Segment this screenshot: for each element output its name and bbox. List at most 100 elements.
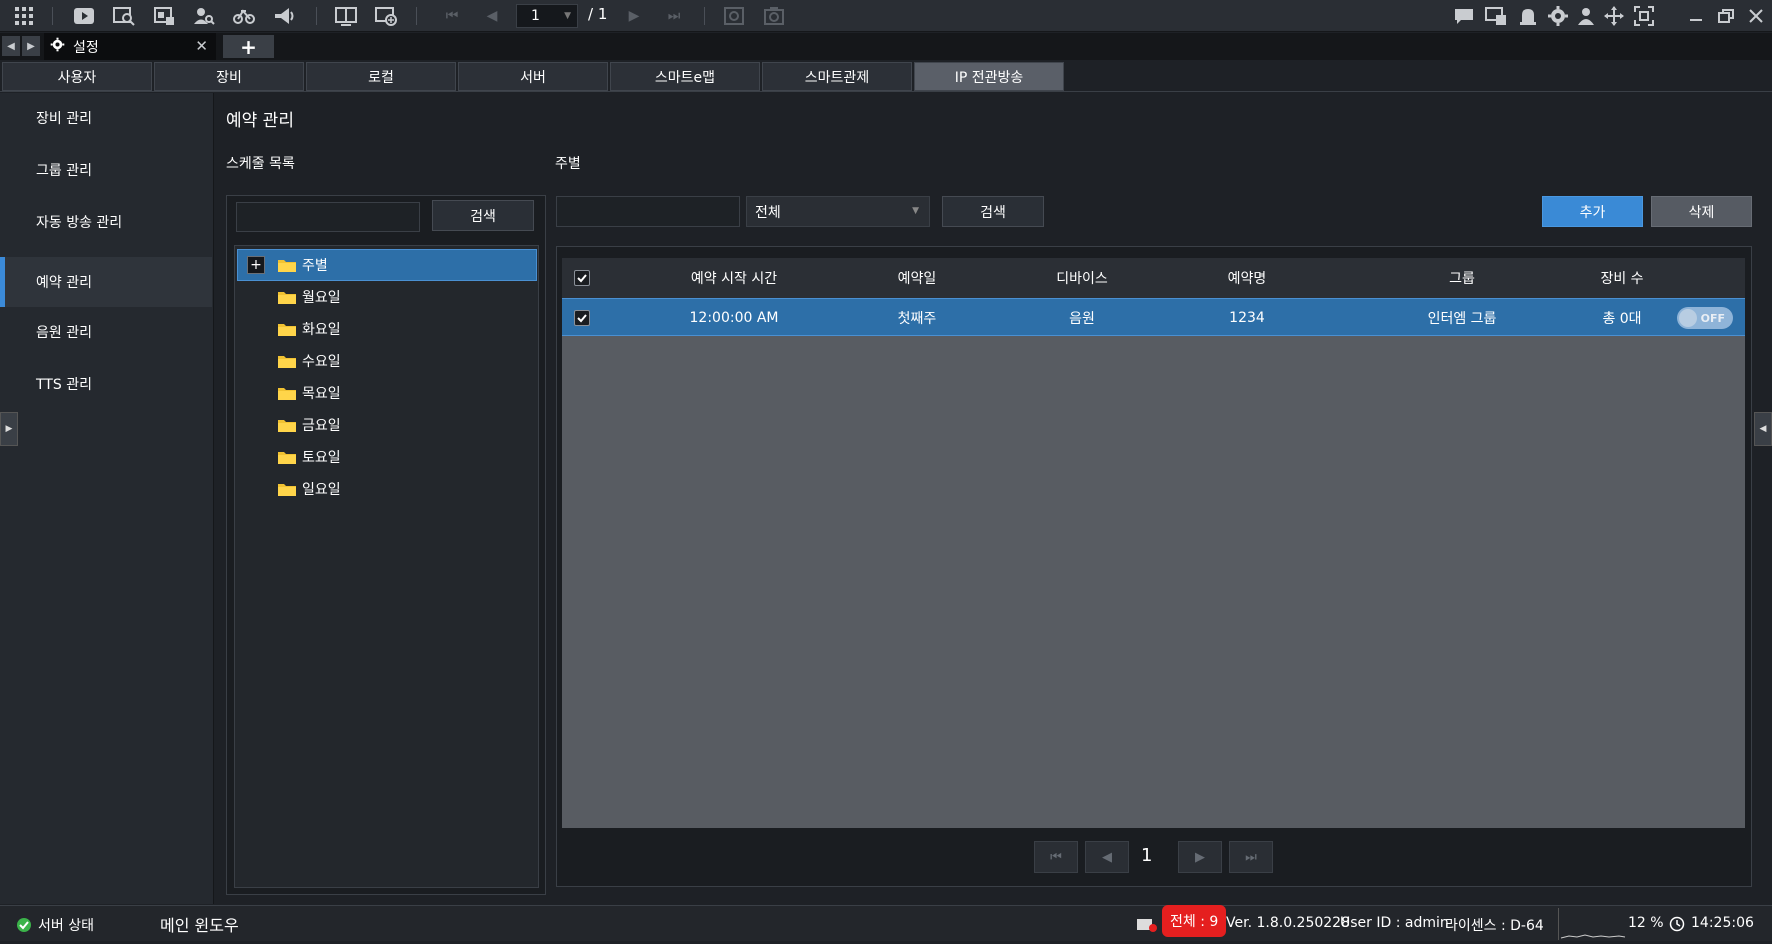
enable-toggle[interactable]: OFF <box>1670 299 1740 337</box>
grid-icon[interactable] <box>12 4 36 28</box>
server-status[interactable]: 서버 상태 <box>38 915 94 935</box>
column-header[interactable]: 예약명 <box>1182 258 1312 298</box>
megaphone-icon[interactable] <box>272 4 296 28</box>
reservation-search-button[interactable]: 검색 <box>942 196 1044 227</box>
add-screen-icon[interactable] <box>374 4 398 28</box>
toggle-knob <box>1679 309 1697 327</box>
expand-icon[interactable]: + <box>247 256 265 274</box>
play-icon[interactable] <box>72 4 96 28</box>
sidebar-item-auto-broadcast[interactable]: 자동 방송 관리 <box>0 197 212 247</box>
chevron-right-icon: ▶ <box>5 424 13 434</box>
last-page-icon[interactable]: ⏭ <box>662 4 686 28</box>
tree-node-label: 일요일 <box>302 482 341 498</box>
tree-node-friday[interactable]: 금요일 <box>237 409 537 441</box>
close-icon[interactable] <box>1744 4 1768 28</box>
last-page-icon: ⏭ <box>1245 849 1257 865</box>
tab-scroll-right-icon[interactable]: ▶ <box>22 36 40 56</box>
next-page-icon[interactable]: ▶ <box>622 4 646 28</box>
user-icon[interactable] <box>1574 4 1598 28</box>
alarm-count-badge[interactable]: 전체 : 9 <box>1162 905 1227 937</box>
first-page-button[interactable]: ⏮ <box>1034 841 1078 873</box>
column-header[interactable]: 디바이스 <box>1002 258 1162 298</box>
gear-icon <box>50 37 65 56</box>
restore-icon[interactable] <box>1714 4 1738 28</box>
version-text: Ver. 1.8.0.250228 <box>1226 915 1350 931</box>
tab-scroll-left-icon[interactable]: ◀ <box>2 36 20 56</box>
move-icon[interactable] <box>1602 4 1626 28</box>
search-video-icon[interactable] <box>112 4 136 28</box>
export-icon[interactable] <box>152 4 176 28</box>
sidebar-item-device-management[interactable]: 장비 관리 <box>0 93 212 143</box>
monitor-alert-icon[interactable] <box>1484 4 1508 28</box>
alert-icon[interactable] <box>1516 4 1540 28</box>
folder-icon <box>278 484 296 496</box>
column-header[interactable]: 장비 수 <box>1542 258 1702 298</box>
tab-ip-broadcast[interactable]: IP 전관방송 <box>914 62 1064 91</box>
delete-button[interactable]: 삭제 <box>1651 196 1752 227</box>
schedule-search-input[interactable] <box>236 202 420 232</box>
chat-icon[interactable] <box>1452 4 1476 28</box>
tab-devices[interactable]: 장비 <box>154 62 304 91</box>
sidebar-item-audio-source[interactable]: 음원 관리 <box>0 307 212 357</box>
minimize-icon[interactable] <box>1684 4 1708 28</box>
refresh-screen-icon[interactable] <box>722 4 746 28</box>
prev-page-button[interactable]: ◀ <box>1085 841 1129 873</box>
cell-start-time: 12:00:00 AM <box>689 310 779 326</box>
schedule-search-button[interactable]: 검색 <box>432 200 534 231</box>
close-tab-icon[interactable]: ✕ <box>195 37 208 55</box>
page-total: / 1 <box>588 5 608 23</box>
page-number-input[interactable]: 1 ▼ <box>516 4 578 28</box>
tab-settings[interactable]: 설정 ✕ <box>44 33 216 60</box>
reservation-search-input[interactable] <box>556 196 740 227</box>
tab-local[interactable]: 로컬 <box>306 62 456 91</box>
sidebar-item-reservation[interactable]: 예약 관리 <box>0 257 212 307</box>
folder-icon <box>278 324 296 336</box>
sidebar-collapse-handle[interactable]: ▶ <box>0 412 18 446</box>
add-button[interactable]: 추가 <box>1542 196 1643 227</box>
camera-alarm-icon[interactable] <box>1136 916 1158 936</box>
first-page-icon[interactable]: ⏮ <box>440 4 464 28</box>
toggle-switch[interactable]: OFF <box>1677 307 1733 329</box>
gear-icon[interactable] <box>1546 4 1570 28</box>
sidebar-item-group-management[interactable]: 그룹 관리 <box>0 145 212 195</box>
check-icon <box>577 314 587 323</box>
prev-page-icon[interactable]: ◀ <box>480 4 504 28</box>
first-page-icon: ⏮ <box>1050 849 1062 865</box>
checkbox[interactable] <box>574 270 590 286</box>
tree-node-weekly[interactable]: + 주별 <box>237 249 537 281</box>
bicycle-icon[interactable] <box>232 4 256 28</box>
tab-users[interactable]: 사용자 <box>2 62 152 91</box>
tab-smart-control[interactable]: 스마트관제 <box>762 62 912 91</box>
split-screen-icon[interactable] <box>334 4 358 28</box>
row-checkbox[interactable] <box>562 299 602 337</box>
folder-icon <box>278 452 296 464</box>
select-all-checkbox[interactable] <box>562 258 602 298</box>
column-header[interactable]: 예약일 <box>852 258 982 298</box>
person-search-icon[interactable] <box>192 4 216 28</box>
tab-server[interactable]: 서버 <box>458 62 608 91</box>
tree-node-saturday[interactable]: 토요일 <box>237 441 537 473</box>
tab-smart-emap[interactable]: 스마트e맵 <box>610 62 760 91</box>
tree-node-wednesday[interactable]: 수요일 <box>237 345 537 377</box>
tree-node-thursday[interactable]: 목요일 <box>237 377 537 409</box>
toolbar-separator <box>416 7 417 25</box>
current-page-number[interactable]: 1 <box>1141 845 1152 866</box>
table-row[interactable]: 12:00:00 AM 첫째주 음원 1234 인터엠 그룹 총 0대 OFF <box>562 298 1745 336</box>
last-page-button[interactable]: ⏭ <box>1229 841 1273 873</box>
sidebar-item-tts[interactable]: TTS 관리 <box>0 359 212 409</box>
filter-select[interactable]: 전체 ▼ <box>746 196 930 227</box>
column-header[interactable]: 그룹 <box>1352 258 1572 298</box>
add-tab-button[interactable]: + <box>223 35 274 59</box>
right-panel-handle[interactable]: ◀ <box>1754 412 1772 446</box>
column-header[interactable]: 예약 시작 시간 <box>644 258 824 298</box>
next-page-button[interactable]: ▶ <box>1178 841 1222 873</box>
tree-node-sunday[interactable]: 일요일 <box>237 473 537 505</box>
top-toolbar: ⏮ ◀ 1 ▼ / 1 ▶ ⏭ <box>0 0 1772 32</box>
snapshot-icon[interactable] <box>762 4 786 28</box>
checkbox[interactable] <box>574 310 590 326</box>
toolbar-separator <box>316 7 317 25</box>
fullscreen-icon[interactable] <box>1632 4 1656 28</box>
tree-node-monday[interactable]: 월요일 <box>237 281 537 313</box>
next-page-icon: ▶ <box>1195 849 1205 865</box>
tree-node-tuesday[interactable]: 화요일 <box>237 313 537 345</box>
